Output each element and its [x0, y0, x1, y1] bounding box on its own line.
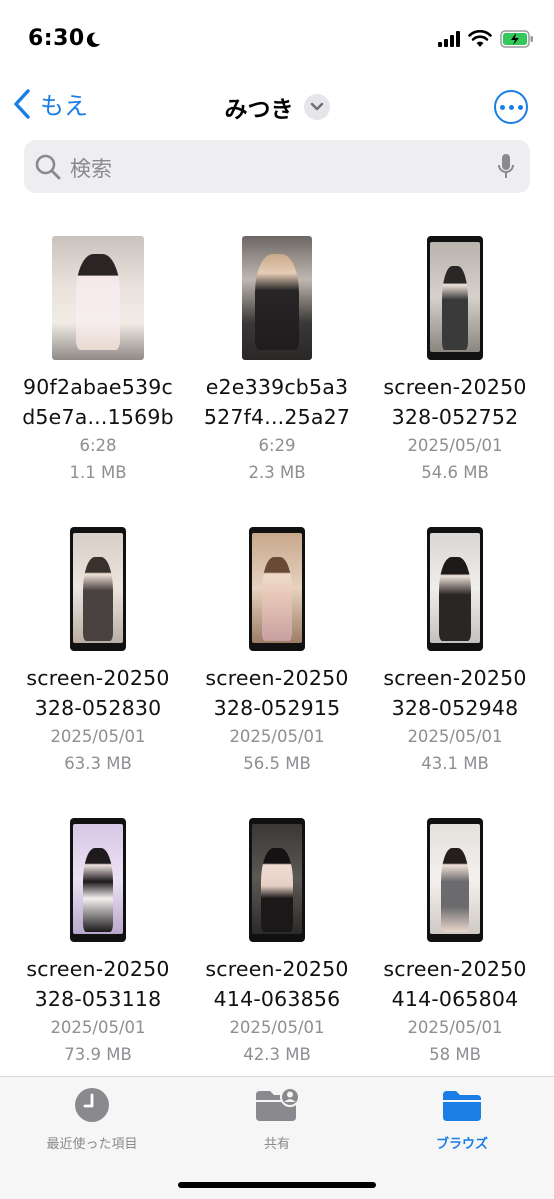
status-time: 6:30 — [28, 26, 85, 51]
file-thumbnail — [427, 527, 483, 651]
file-name: screen-20250 — [383, 666, 527, 690]
file-name: screen-20250 — [205, 666, 349, 690]
file-date: 2025/05/01 — [407, 727, 503, 746]
tab-recents[interactable]: 最近使った項目 — [12, 1087, 172, 1152]
file-date: 6:29 — [258, 436, 296, 455]
file-date: 6:28 — [79, 436, 117, 455]
file-name: 527f4...25a27 — [203, 405, 351, 429]
file-size: 54.6 MB — [421, 463, 489, 482]
file-size: 2.3 MB — [248, 463, 306, 482]
file-size: 63.3 MB — [64, 754, 132, 773]
file-thumbnail — [427, 818, 483, 942]
ellipsis-icon — [499, 104, 505, 110]
file-date: 2025/05/01 — [407, 1018, 503, 1037]
clock-icon — [75, 1088, 109, 1122]
microphone-icon[interactable] — [496, 152, 516, 182]
file-name: d5e7a...1569b — [22, 405, 174, 429]
file-item[interactable]: e2e339cb5a3 527f4...25a27 6:29 2.3 MB — [188, 236, 366, 486]
file-item[interactable]: screen-20250 328-052752 2025/05/01 54.6 … — [366, 236, 544, 486]
file-item[interactable]: 90f2abae539c d5e7a...1569b 6:28 1.1 MB — [9, 236, 187, 486]
status-bar: 6:30 — [0, 0, 554, 78]
file-thumbnail — [249, 818, 305, 942]
file-name: 328-052830 — [34, 696, 162, 720]
file-name: e2e339cb5a3 — [205, 375, 349, 399]
tab-label: ブラウズ — [435, 1137, 488, 1152]
tab-label: 共有 — [263, 1137, 290, 1152]
file-size: 58 MB — [429, 1045, 481, 1064]
file-name: 328-053118 — [34, 987, 162, 1011]
shared-folder-icon — [256, 1087, 300, 1121]
file-name: screen-20250 — [26, 957, 170, 981]
file-date: 2025/05/01 — [50, 727, 146, 746]
file-name: screen-20250 — [205, 957, 349, 981]
file-item[interactable]: screen-20250 328-052830 2025/05/01 63.3 … — [9, 527, 187, 777]
file-item[interactable]: screen-20250 328-052915 2025/05/01 56.5 … — [188, 527, 366, 777]
home-indicator[interactable] — [178, 1182, 376, 1188]
search-field[interactable]: 検索 — [24, 140, 530, 193]
status-icons — [438, 30, 534, 48]
file-item[interactable]: screen-20250 328-053118 2025/05/01 73.9 … — [9, 818, 187, 1068]
file-name: 414-063856 — [213, 987, 341, 1011]
file-thumbnail — [70, 527, 126, 651]
file-size: 42.3 MB — [243, 1045, 311, 1064]
file-date: 2025/05/01 — [229, 727, 325, 746]
file-size: 56.5 MB — [243, 754, 311, 773]
file-item[interactable]: screen-20250 414-063856 2025/05/01 42.3 … — [188, 818, 366, 1068]
file-thumbnail — [242, 236, 312, 360]
battery-charging-icon — [500, 30, 533, 48]
file-name: 90f2abae539c — [23, 375, 173, 399]
search-placeholder: 検索 — [70, 157, 112, 181]
file-name: screen-20250 — [383, 957, 527, 981]
file-size: 43.1 MB — [421, 754, 489, 773]
tab-bar: 最近使った項目 共有 ブラウズ — [0, 1076, 554, 1199]
moon-icon — [86, 32, 101, 48]
file-name: 328-052752 — [391, 405, 519, 429]
file-name: screen-20250 — [383, 375, 527, 399]
file-name: screen-20250 — [26, 666, 170, 690]
file-date: 2025/05/01 — [229, 1018, 325, 1037]
tab-browse[interactable]: ブラウズ — [382, 1087, 542, 1152]
title-menu[interactable]: みつき — [0, 90, 554, 124]
wifi-icon — [468, 30, 492, 47]
navigation-bar: もえ みつき — [0, 82, 554, 132]
file-name: 328-052948 — [391, 696, 519, 720]
file-size: 73.9 MB — [64, 1045, 132, 1064]
file-item[interactable]: screen-20250 414-065804 2025/05/01 58 MB — [366, 818, 544, 1068]
cellular-signal-icon — [438, 31, 460, 47]
file-thumbnail — [249, 527, 305, 651]
file-name: 414-065804 — [391, 987, 519, 1011]
file-size: 1.1 MB — [69, 463, 127, 482]
folder-icon — [443, 1091, 481, 1121]
more-options-button[interactable] — [494, 90, 528, 124]
chevron-down-icon[interactable] — [303, 94, 330, 120]
file-thumbnail — [52, 236, 144, 360]
file-date: 2025/05/01 — [407, 436, 503, 455]
tab-shared[interactable]: 共有 — [197, 1087, 357, 1152]
file-thumbnail — [427, 236, 483, 360]
search-icon — [35, 154, 61, 180]
file-name: 328-052915 — [213, 696, 341, 720]
file-item[interactable]: screen-20250 328-052948 2025/05/01 43.1 … — [366, 527, 544, 777]
file-thumbnail — [70, 818, 126, 942]
page-title: みつき — [224, 97, 294, 123]
tab-label: 最近使った項目 — [46, 1137, 138, 1152]
file-date: 2025/05/01 — [50, 1018, 146, 1037]
